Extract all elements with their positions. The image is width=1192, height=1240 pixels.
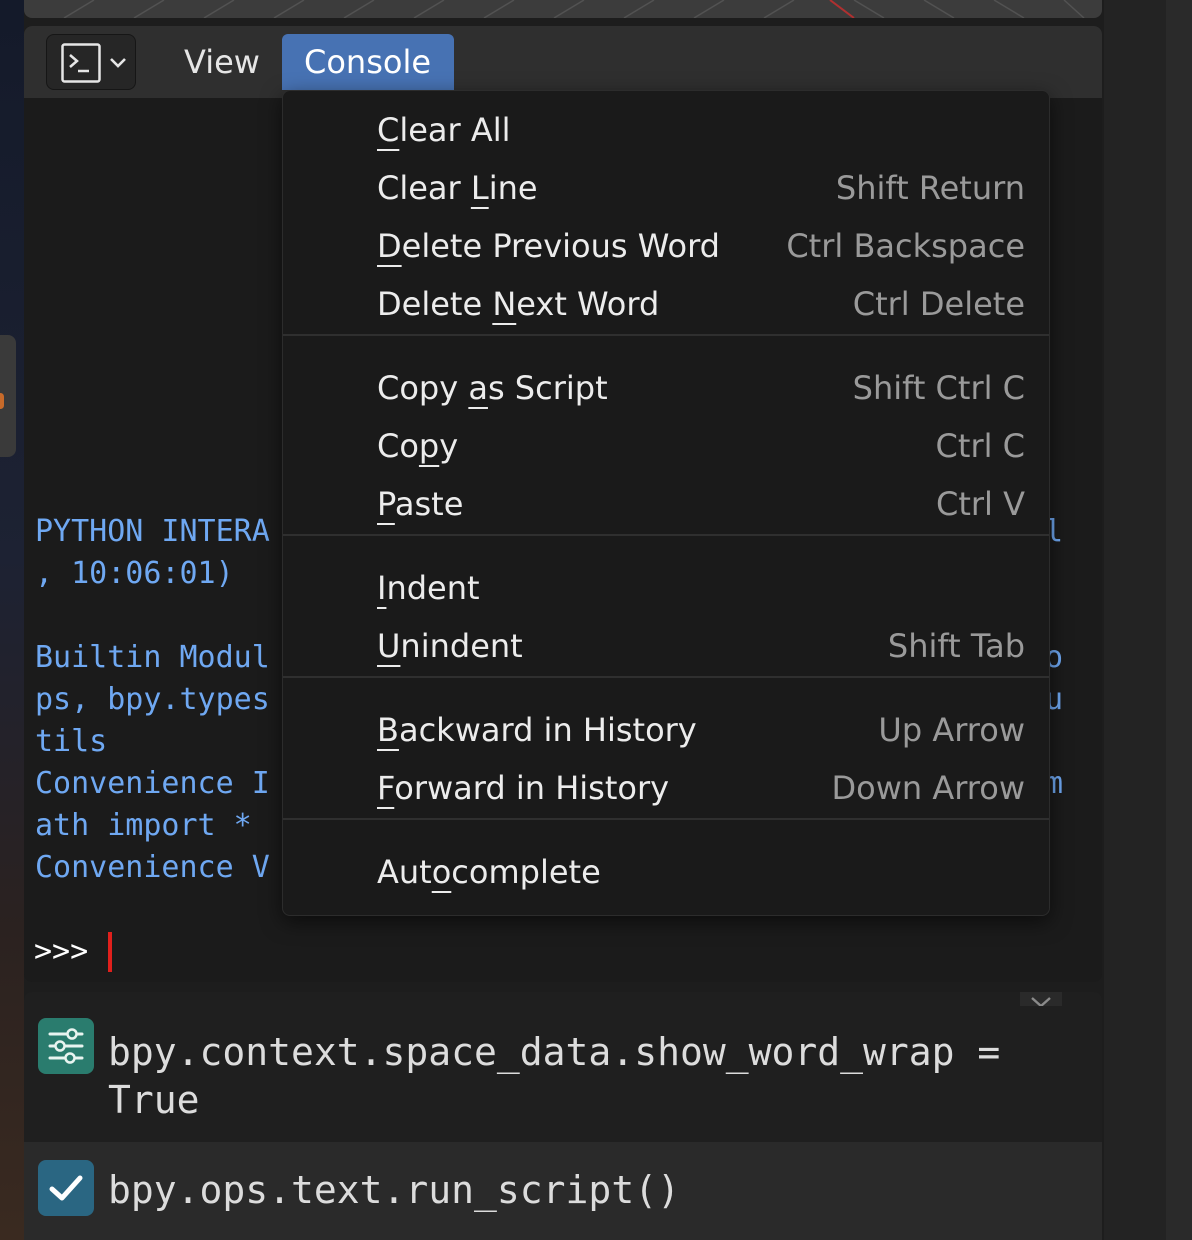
info-report-row[interactable]: bpy.context.space_data.show_word_wrap = … — [24, 1006, 1102, 1142]
scrollbar-track[interactable] — [1166, 0, 1192, 1240]
menu-item-shortcut: Ctrl Backspace — [786, 227, 1025, 265]
console-menu-dropdown: Clear All Clear Line Shift Return Delete Pr… — [282, 90, 1050, 916]
background-edge — [0, 0, 24, 1240]
menu-item-forward-in-history[interactable]: Forward in History Down Arrow — [283, 759, 1049, 817]
menu-item-indent[interactable]: Indent — [283, 559, 1049, 617]
console-line: , 10:06:01) — [35, 556, 234, 591]
menu-item-paste[interactable]: Paste Ctrl V — [283, 475, 1049, 533]
console-line: ps, bpy.types — [35, 682, 270, 717]
console-line: Convenience V — [35, 850, 270, 885]
menu-item-label: Copy as Script — [377, 369, 608, 407]
3d-viewport-strip — [24, 0, 1102, 18]
properties-sliders-icon — [38, 1018, 94, 1074]
menu-item-autocomplete[interactable]: Autocomplete — [283, 843, 1049, 901]
menu-separator — [283, 676, 1049, 678]
menu-item-copy-as-script[interactable]: Copy as Script Shift Ctrl C — [283, 359, 1049, 417]
menu-item-label: Paste — [377, 485, 464, 523]
menu-item-clear-line[interactable]: Clear Line Shift Return — [283, 159, 1049, 217]
menu-item-label: Copy — [377, 427, 459, 465]
menu-separator — [283, 334, 1049, 336]
menu-item-shortcut: Ctrl V — [936, 485, 1025, 523]
info-editor: bpy.context.space_data.show_word_wrap = … — [24, 992, 1102, 1240]
text-cursor — [108, 932, 112, 972]
info-report-text: bpy.ops.text.run_script() — [108, 1168, 680, 1212]
menu-item-copy[interactable]: Copy Ctrl C — [283, 417, 1049, 475]
console-prompt: >>> — [34, 934, 89, 969]
menu-item-label: Delete Previous Word — [377, 227, 720, 265]
side-panel-tab[interactable] — [0, 335, 16, 457]
menu-item-clear-all[interactable]: Clear All — [283, 101, 1049, 159]
menu-item-shortcut: Up Arrow — [878, 711, 1025, 749]
menu-item-shortcut: Ctrl C — [935, 427, 1025, 465]
menu-item-shortcut: Down Arrow — [831, 769, 1025, 807]
menu-item-unindent[interactable]: Unindent Shift Tab — [283, 617, 1049, 675]
menu-item-label: Backward in History — [377, 711, 697, 749]
menu-item-delete-next-word[interactable]: Delete Next Word Ctrl Delete — [283, 275, 1049, 333]
menu-item-label: Indent — [377, 569, 480, 607]
checkmark-icon — [38, 1160, 94, 1216]
info-report-row[interactable]: bpy.ops.text.run_script() — [24, 1142, 1102, 1240]
right-panel-edge — [1104, 0, 1192, 1240]
menu-item-label: Forward in History — [377, 769, 670, 807]
menu-separator — [283, 818, 1049, 820]
menu-item-shortcut: Ctrl Delete — [852, 285, 1025, 323]
console-line: PYTHON INTERA — [35, 514, 270, 549]
menu-item-label: Clear Line — [377, 169, 538, 207]
menu-item-label: Clear All — [377, 111, 511, 149]
menu-item-label: Autocomplete — [377, 853, 601, 891]
info-report-text: bpy.context.space_data.show_word_wrap = … — [108, 1030, 1001, 1122]
console-line: Builtin Modul — [35, 640, 270, 675]
menu-item-label: Delete Next Word — [377, 285, 660, 323]
console-line: tils — [35, 724, 108, 759]
tab-indicator — [0, 393, 4, 409]
console-line: Convenience I — [35, 766, 270, 801]
menu-item-shortcut: Shift Tab — [887, 627, 1025, 665]
menu-item-shortcut: Shift Return — [835, 169, 1025, 207]
menu-separator — [283, 534, 1049, 536]
console-line: ath import * — [35, 808, 252, 843]
menu-item-label: Unindent — [377, 627, 523, 665]
menu-item-delete-previous-word[interactable]: Delete Previous Word Ctrl Backspace — [283, 217, 1049, 275]
menu-item-backward-in-history[interactable]: Backward in History Up Arrow — [283, 701, 1049, 759]
menu-item-shortcut: Shift Ctrl C — [852, 369, 1025, 407]
